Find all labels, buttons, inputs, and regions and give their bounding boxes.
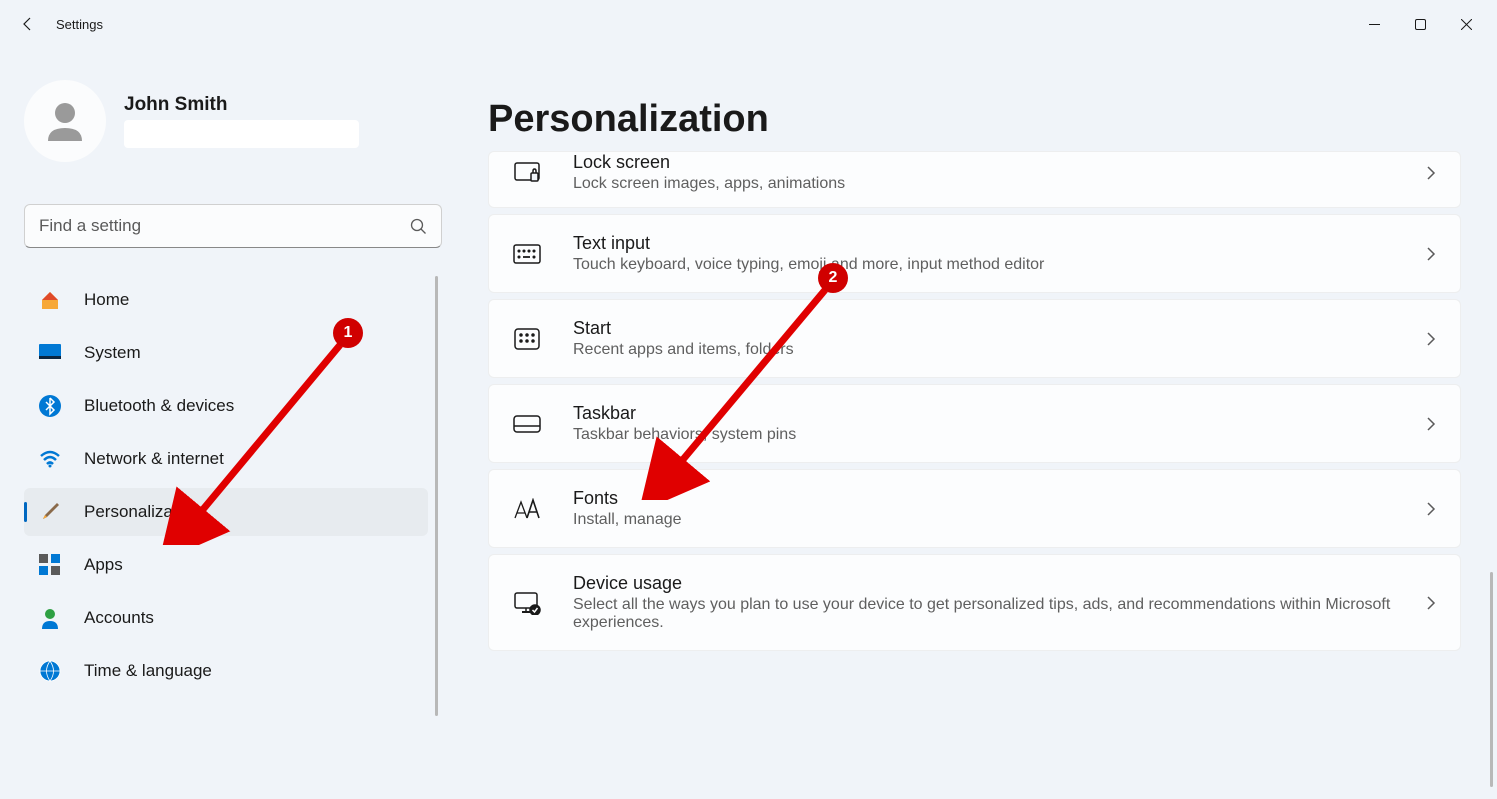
annotation-1: 1	[333, 318, 363, 348]
back-button[interactable]	[8, 6, 48, 42]
chevron-right-icon	[1424, 165, 1436, 181]
email-placeholder	[124, 120, 359, 148]
card-desc: Select all the ways you plan to use your…	[573, 596, 1424, 632]
minimize-icon	[1369, 19, 1380, 30]
person-icon	[40, 96, 90, 146]
annotation-number: 2	[829, 269, 838, 287]
content-area: John Smith Home System	[0, 48, 1497, 799]
close-button[interactable]	[1443, 6, 1489, 42]
card-text: Taskbar Taskbar behaviors, system pins	[573, 403, 1424, 444]
nav-label: Network & internet	[84, 449, 224, 469]
card-text: Fonts Install, manage	[573, 488, 1424, 529]
clock-globe-icon	[38, 659, 62, 683]
chevron-right-icon	[1424, 416, 1436, 432]
search-input[interactable]	[39, 216, 410, 236]
chevron-right-icon	[1424, 331, 1436, 347]
annotation-number: 1	[344, 324, 353, 342]
accounts-icon	[38, 606, 62, 630]
user-section[interactable]: John Smith	[24, 48, 442, 182]
nav-home[interactable]: Home	[24, 276, 428, 324]
card-text: Lock screen Lock screen images, apps, an…	[573, 152, 1424, 193]
avatar	[24, 80, 106, 162]
card-desc: Taskbar behaviors, system pins	[573, 426, 1424, 444]
chevron-right-icon	[1424, 595, 1436, 611]
nav-label: Bluetooth & devices	[84, 396, 234, 416]
nav-label: Personalization	[84, 502, 200, 522]
fonts-icon	[513, 495, 541, 523]
nav-scrollbar[interactable]	[435, 276, 438, 716]
main-scrollbar[interactable]	[1490, 572, 1493, 787]
device-usage-icon	[513, 589, 541, 617]
card-text: Start Recent apps and items, folders	[573, 318, 1424, 359]
nav-label: Apps	[84, 555, 123, 575]
card-text: Text input Touch keyboard, voice typing,…	[573, 233, 1424, 274]
card-title: Lock screen	[573, 152, 1424, 173]
minimize-button[interactable]	[1351, 6, 1397, 42]
username: John Smith	[124, 94, 359, 116]
nav-label: Home	[84, 290, 129, 310]
apps-icon	[38, 553, 62, 577]
card-text-input[interactable]: Text input Touch keyboard, voice typing,…	[488, 214, 1461, 293]
card-device-usage[interactable]: Device usage Select all the ways you pla…	[488, 554, 1461, 651]
card-start[interactable]: Start Recent apps and items, folders	[488, 299, 1461, 378]
bluetooth-icon	[38, 394, 62, 418]
taskbar-icon	[513, 410, 541, 438]
lock-screen-icon	[513, 159, 541, 187]
annotation-2: 2	[818, 263, 848, 293]
nav-list: Home System Bluetooth & devices Network …	[24, 276, 442, 799]
start-icon	[513, 325, 541, 353]
chevron-right-icon	[1424, 501, 1436, 517]
card-fonts[interactable]: Fonts Install, manage	[488, 469, 1461, 548]
page-title: Personalization	[488, 98, 1461, 141]
card-taskbar[interactable]: Taskbar Taskbar behaviors, system pins	[488, 384, 1461, 463]
window-controls	[1351, 6, 1489, 42]
card-title: Taskbar	[573, 403, 1424, 424]
nav-time-language[interactable]: Time & language	[24, 647, 428, 695]
nav-label: System	[84, 343, 141, 363]
nav-system[interactable]: System	[24, 329, 428, 377]
system-icon	[38, 341, 62, 365]
search-box[interactable]	[24, 204, 442, 248]
back-arrow-icon	[20, 16, 36, 32]
card-desc: Touch keyboard, voice typing, emoji and …	[573, 256, 1424, 274]
maximize-icon	[1415, 19, 1426, 30]
card-title: Fonts	[573, 488, 1424, 509]
keyboard-icon	[513, 240, 541, 268]
card-desc: Recent apps and items, folders	[573, 341, 1424, 359]
titlebar: Settings	[0, 0, 1497, 48]
card-desc: Install, manage	[573, 511, 1424, 529]
card-title: Device usage	[573, 573, 1424, 594]
nav-label: Time & language	[84, 661, 212, 681]
wifi-icon	[38, 447, 62, 471]
brush-icon	[38, 500, 62, 524]
card-text: Device usage Select all the ways you pla…	[573, 573, 1424, 632]
chevron-right-icon	[1424, 246, 1436, 262]
nav-accounts[interactable]: Accounts	[24, 594, 428, 642]
user-info: John Smith	[124, 94, 359, 148]
nav-network[interactable]: Network & internet	[24, 435, 428, 483]
sidebar: John Smith Home System	[0, 48, 460, 799]
search-icon	[410, 218, 427, 235]
nav-personalization[interactable]: Personalization	[24, 488, 428, 536]
card-lock-screen[interactable]: Lock screen Lock screen images, apps, an…	[488, 151, 1461, 208]
app-title: Settings	[56, 17, 103, 32]
nav-label: Accounts	[84, 608, 154, 628]
card-desc: Lock screen images, apps, animations	[573, 175, 1424, 193]
card-title: Text input	[573, 233, 1424, 254]
nav-bluetooth[interactable]: Bluetooth & devices	[24, 382, 428, 430]
home-icon	[38, 288, 62, 312]
close-icon	[1461, 19, 1472, 30]
main: Personalization Lock screen Lock screen …	[460, 48, 1497, 799]
card-title: Start	[573, 318, 1424, 339]
nav-apps[interactable]: Apps	[24, 541, 428, 589]
maximize-button[interactable]	[1397, 6, 1443, 42]
